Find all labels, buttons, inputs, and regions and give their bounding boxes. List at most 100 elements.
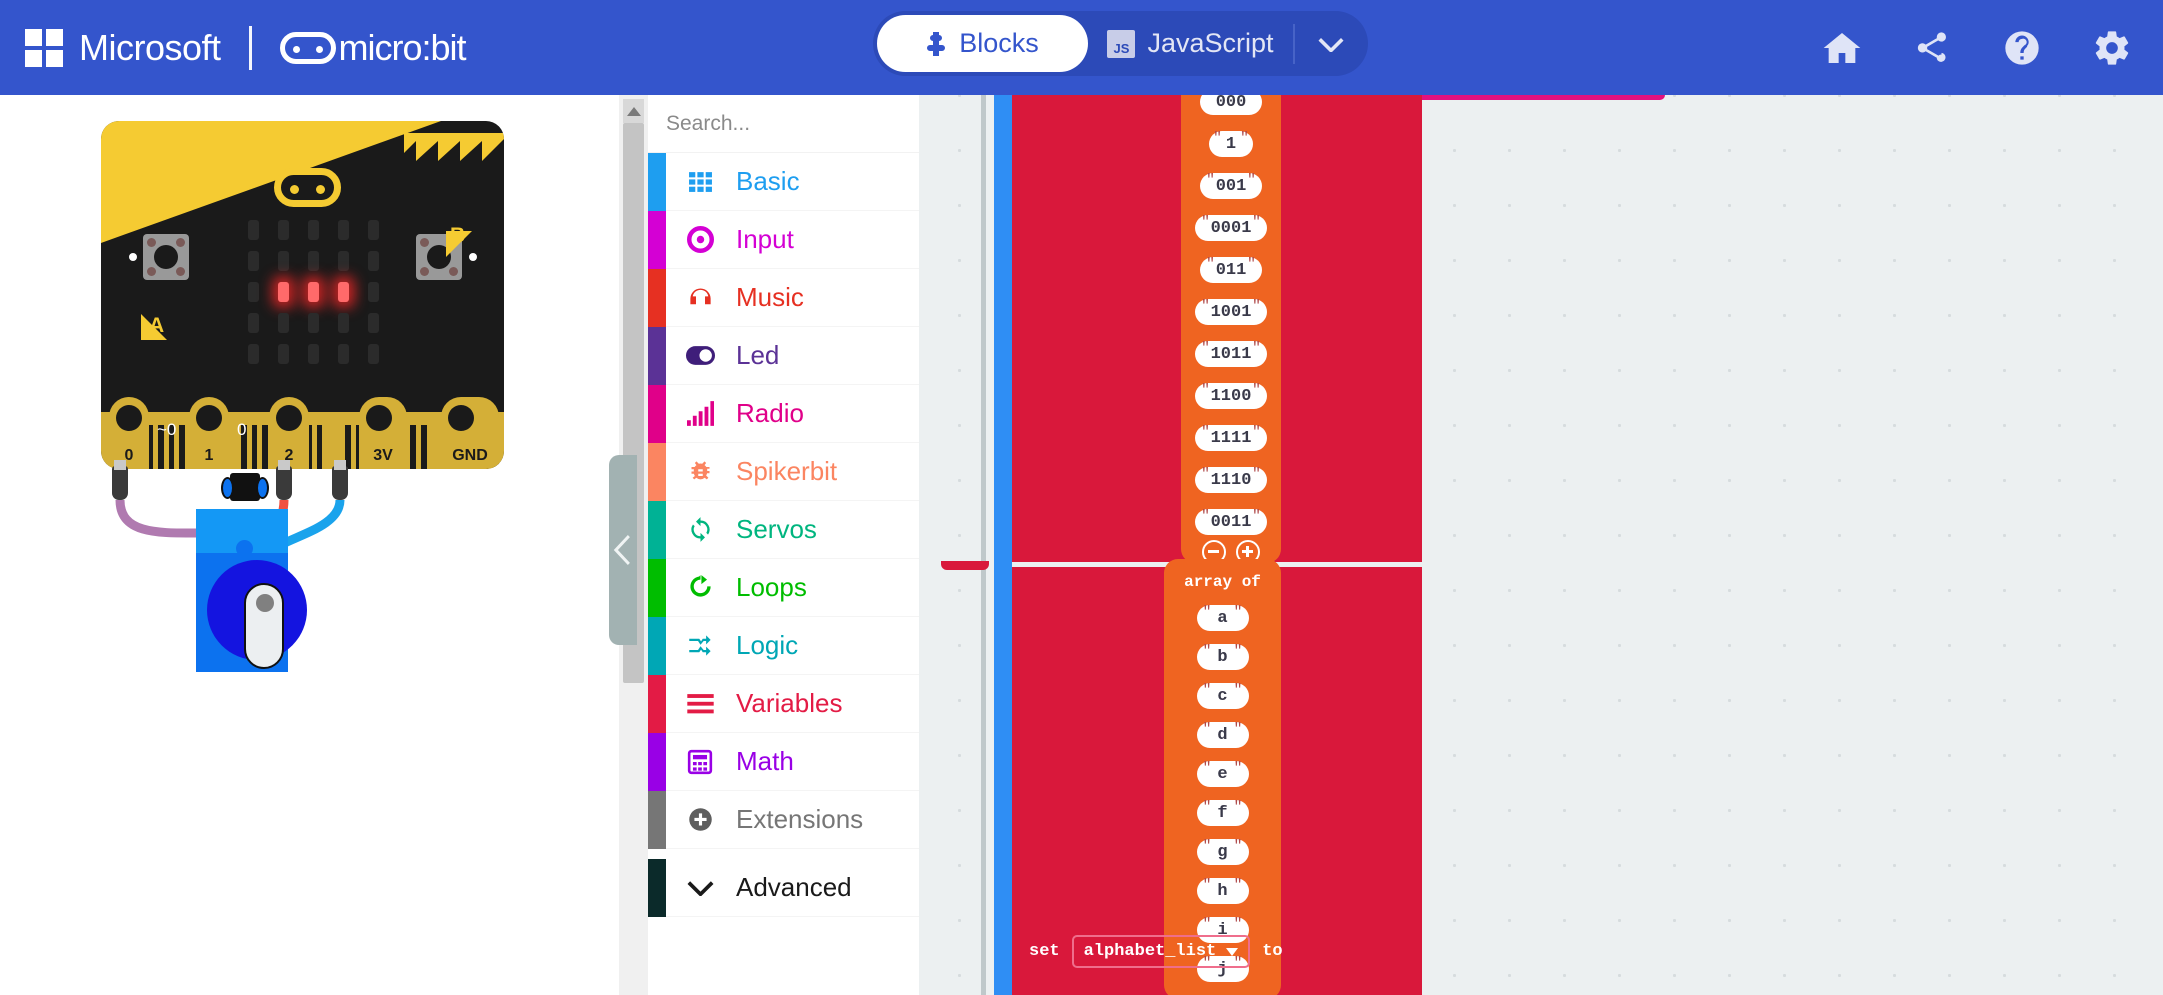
toolbox-separator <box>648 849 919 859</box>
sidebar-item-label: Led <box>736 340 780 370</box>
loop-arrow-icon <box>682 574 718 601</box>
sidebar-item-label: Servos <box>736 514 817 544</box>
sidebar-item-extensions[interactable]: Extensions <box>648 791 919 849</box>
headphones-icon <box>682 284 718 311</box>
sidebar-item-logic[interactable]: Logic <box>648 617 919 675</box>
sidebar-item-radio[interactable]: Radio <box>648 385 919 443</box>
puzzle-icon <box>926 31 946 56</box>
share-button[interactable] <box>1909 25 1955 71</box>
sidebar-item-label: Spikerbit <box>736 456 838 486</box>
sidebar-item-input[interactable]: Input <box>648 211 919 269</box>
category-color-bar <box>648 791 666 849</box>
tab-javascript-label: JavaScript <box>1147 28 1274 58</box>
sidebar-item-label: Advanced <box>736 872 852 902</box>
servo-horn <box>244 583 284 669</box>
home-button[interactable] <box>1819 25 1865 71</box>
array-item: " 1100 " <box>1195 382 1267 409</box>
toolbox-search[interactable] <box>648 95 937 153</box>
home-icon <box>1823 32 1861 63</box>
array-item: " g " <box>1196 838 1249 865</box>
array-item: " 1110 " <box>1195 466 1267 493</box>
category-color-bar <box>648 443 666 501</box>
blocks-workspace[interactable]: "010" "000" "1" "001" "0001" "011" "1001… <box>919 95 2163 995</box>
array-item: " 0011 " <box>1195 508 1267 535</box>
sidebar-item-spikerbit[interactable]: Spikerbit <box>648 443 919 501</box>
brand-area: Microsoft micro:bit <box>25 0 467 95</box>
sidebar-item-label: Radio <box>736 398 804 428</box>
on-start-block-spine[interactable] <box>994 95 1012 995</box>
tab-javascript[interactable]: JS JavaScript <box>1088 15 1293 72</box>
microbit-wordmark: micro:bit <box>338 26 467 68</box>
array-item: " b " <box>1196 643 1249 670</box>
blocks-toolbox: Basic Input Music <box>609 95 937 995</box>
sidebar-item-basic[interactable]: Basic <box>648 153 919 211</box>
app-header: Microsoft micro:bit Blocks JS JavaScript <box>0 0 2163 95</box>
array-item: " a " <box>1196 604 1249 631</box>
sidebar-item-advanced[interactable]: Advanced <box>648 859 919 917</box>
servo-motor[interactable] <box>196 509 307 672</box>
chevron-down-icon <box>682 879 718 896</box>
category-color-bar <box>648 733 666 791</box>
tab-blocks[interactable]: Blocks <box>877 15 1088 72</box>
settings-button[interactable] <box>2089 25 2135 71</box>
array-item: " 1011 " <box>1195 340 1267 367</box>
category-color-bar <box>648 859 666 917</box>
sidebar-item-variables[interactable]: Variables <box>648 675 919 733</box>
brand-divider <box>248 25 252 70</box>
radio-block-partial[interactable] <box>1410 95 1665 100</box>
shuffle-icon <box>682 632 718 659</box>
array-item: " 0001 " <box>1195 214 1267 241</box>
editor-mode-tabs: Blocks JS JavaScript <box>873 11 1368 76</box>
array-item: " f " <box>1196 799 1249 826</box>
app-root: Microsoft micro:bit Blocks JS JavaScript <box>0 0 2163 995</box>
sidebar-item-servos[interactable]: Servos <box>648 501 919 559</box>
scroll-up-button[interactable] <box>623 99 644 123</box>
to-keyword: to <box>1262 942 1283 961</box>
search-input[interactable] <box>666 111 937 136</box>
lines-icon <box>682 693 718 715</box>
array-block-binary[interactable]: "010" "000" "1" "001" "0001" "011" "1001… <box>1181 95 1281 564</box>
sidebar-item-label: Basic <box>736 166 800 196</box>
servo-connector <box>221 473 269 501</box>
help-circle-icon <box>2005 30 2039 65</box>
header-actions <box>1819 0 2135 95</box>
js-icon: JS <box>1107 29 1136 58</box>
variable-dropdown[interactable]: alphabet_list <box>1071 935 1251 968</box>
array-item: " 000 " <box>1200 95 1262 115</box>
sync-icon <box>682 516 718 543</box>
block-connector-notch <box>941 561 989 570</box>
sidebar-item-music[interactable]: Music <box>648 269 919 327</box>
signal-bars-icon <box>682 401 718 426</box>
sidebar-item-led[interactable]: Led <box>648 327 919 385</box>
array-block-title: array of <box>1184 573 1261 591</box>
toggle-icon <box>682 341 718 370</box>
category-color-bar <box>648 617 666 675</box>
category-color-bar <box>648 675 666 733</box>
microsoft-logo-icon <box>25 28 63 67</box>
category-color-bar <box>648 385 666 443</box>
array-item: " h " <box>1196 877 1249 904</box>
array-block-alphabet[interactable]: array of " a " " b " " c " " d " " e " " f " " g " " h "… <box>1164 559 1281 995</box>
set-keyword: set <box>1029 942 1060 961</box>
tab-blocks-label: Blocks <box>959 28 1039 58</box>
array-item: " e " <box>1196 760 1249 787</box>
simulator-pane: A B 0 1 2 3V GND ~0 0 <box>0 95 618 995</box>
chevron-down-icon <box>1318 37 1344 52</box>
sidebar-item-label: Variables <box>736 688 843 718</box>
sidebar-item-label: Input <box>736 224 794 254</box>
variable-name: alphabet_list <box>1083 942 1217 961</box>
category-color-bar <box>648 327 666 385</box>
caret-down-icon <box>1226 947 1239 956</box>
sidebar-item-math[interactable]: Math <box>648 733 919 791</box>
sidebar-item-loops[interactable]: Loops <box>648 559 919 617</box>
radio-dot-icon <box>682 226 718 253</box>
caret-up-icon <box>626 106 641 116</box>
array-item: " 001 " <box>1200 172 1262 199</box>
servo-nub <box>236 540 253 557</box>
help-button[interactable] <box>1999 25 2045 71</box>
language-dropdown-button[interactable] <box>1295 15 1367 72</box>
sidebar-item-label: Extensions <box>736 804 864 834</box>
array-item: " d " <box>1196 721 1249 748</box>
sidebar-item-label: Loops <box>736 572 807 602</box>
toolbox-collapse-handle[interactable] <box>609 455 637 645</box>
